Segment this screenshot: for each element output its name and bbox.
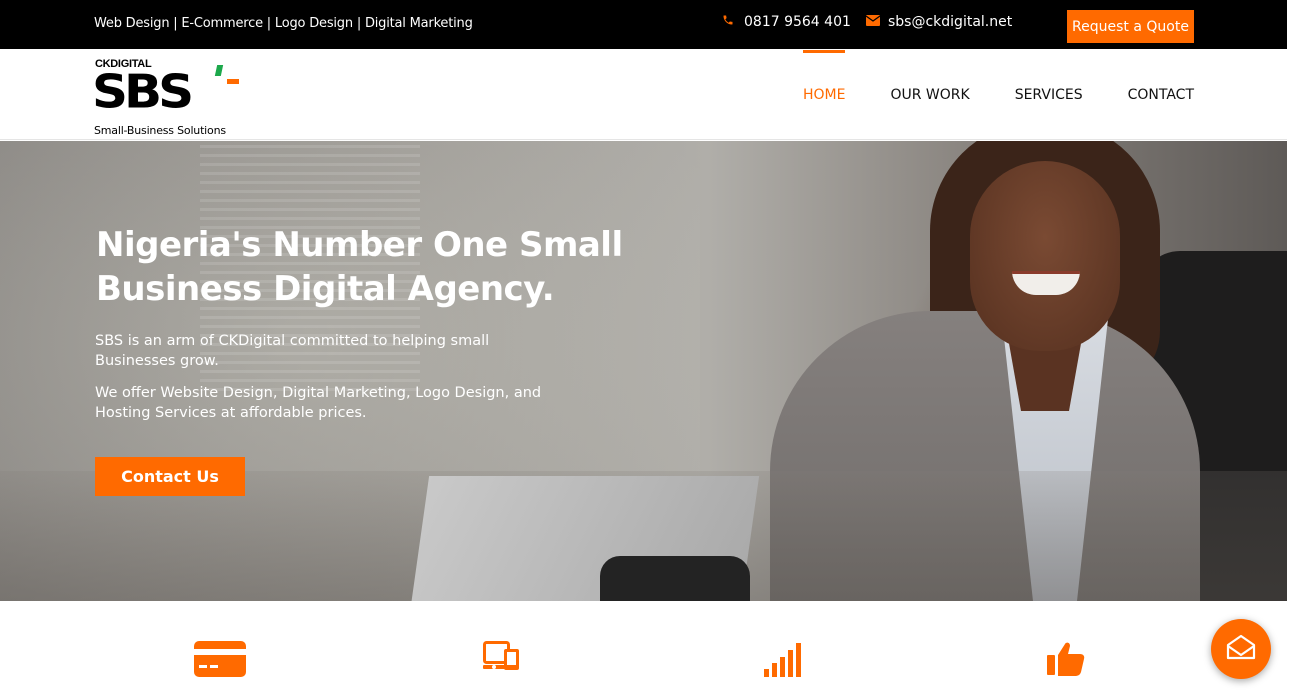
- hero-paragraph-2: We offer Website Design, Digital Marketi…: [95, 385, 542, 421]
- scrollbar-gutter: [1287, 0, 1304, 694]
- site-header: CKDIGITAL SBS Small-Business Solutions H…: [0, 49, 1287, 140]
- hero-title: Nigeria's Number One Small Business Digi…: [96, 225, 623, 309]
- hero-banner: Nigeria's Number One Small Business Digi…: [0, 141, 1287, 601]
- request-quote-button[interactable]: Request a Quote: [1067, 10, 1194, 43]
- services-tagline: Web Design | E-Commerce | Logo Design | …: [94, 16, 473, 31]
- nav-item-contact[interactable]: CONTACT: [1128, 49, 1194, 140]
- email-contact[interactable]: sbs@ckdigital.net: [865, 14, 1013, 30]
- envelope-icon: [865, 14, 881, 30]
- phone-icon: [722, 14, 734, 30]
- signal-bars-icon: [764, 641, 816, 681]
- logo-brand-sub: Small-Business Solutions: [94, 124, 226, 137]
- logo-green-mark: [214, 65, 224, 76]
- nav-item-services[interactable]: SERVICES: [1015, 49, 1083, 140]
- hero-paragraph-1: SBS is an arm of CKDigital committed to …: [95, 333, 490, 369]
- logo-brand-main: SBS: [92, 65, 194, 119]
- devices-icon: [483, 641, 535, 681]
- credit-card-icon: [194, 641, 246, 681]
- main-nav: HOME OUR WORK SERVICES CONTACT: [758, 49, 1194, 140]
- contact-us-button[interactable]: Contact Us: [95, 457, 245, 496]
- hero-person-face: [970, 161, 1120, 351]
- logo-orange-mark: [227, 79, 239, 84]
- top-bar: Web Design | E-Commerce | Logo Design | …: [0, 0, 1287, 49]
- envelope-open-icon: [1226, 634, 1256, 665]
- phone-number: 0817 9564 401: [744, 14, 851, 30]
- nav-item-our-work[interactable]: OUR WORK: [890, 49, 969, 140]
- email-address: sbs@ckdigital.net: [888, 14, 1013, 30]
- phone-contact[interactable]: 0817 9564 401: [722, 14, 851, 30]
- nav-item-home[interactable]: HOME: [802, 49, 846, 140]
- thumbs-up-icon: [1047, 641, 1099, 681]
- site-logo[interactable]: CKDIGITAL SBS Small-Business Solutions: [92, 56, 244, 137]
- floating-contact-button[interactable]: [1211, 619, 1271, 679]
- features-row: [0, 601, 1287, 694]
- hero-desk-phone: [600, 556, 750, 601]
